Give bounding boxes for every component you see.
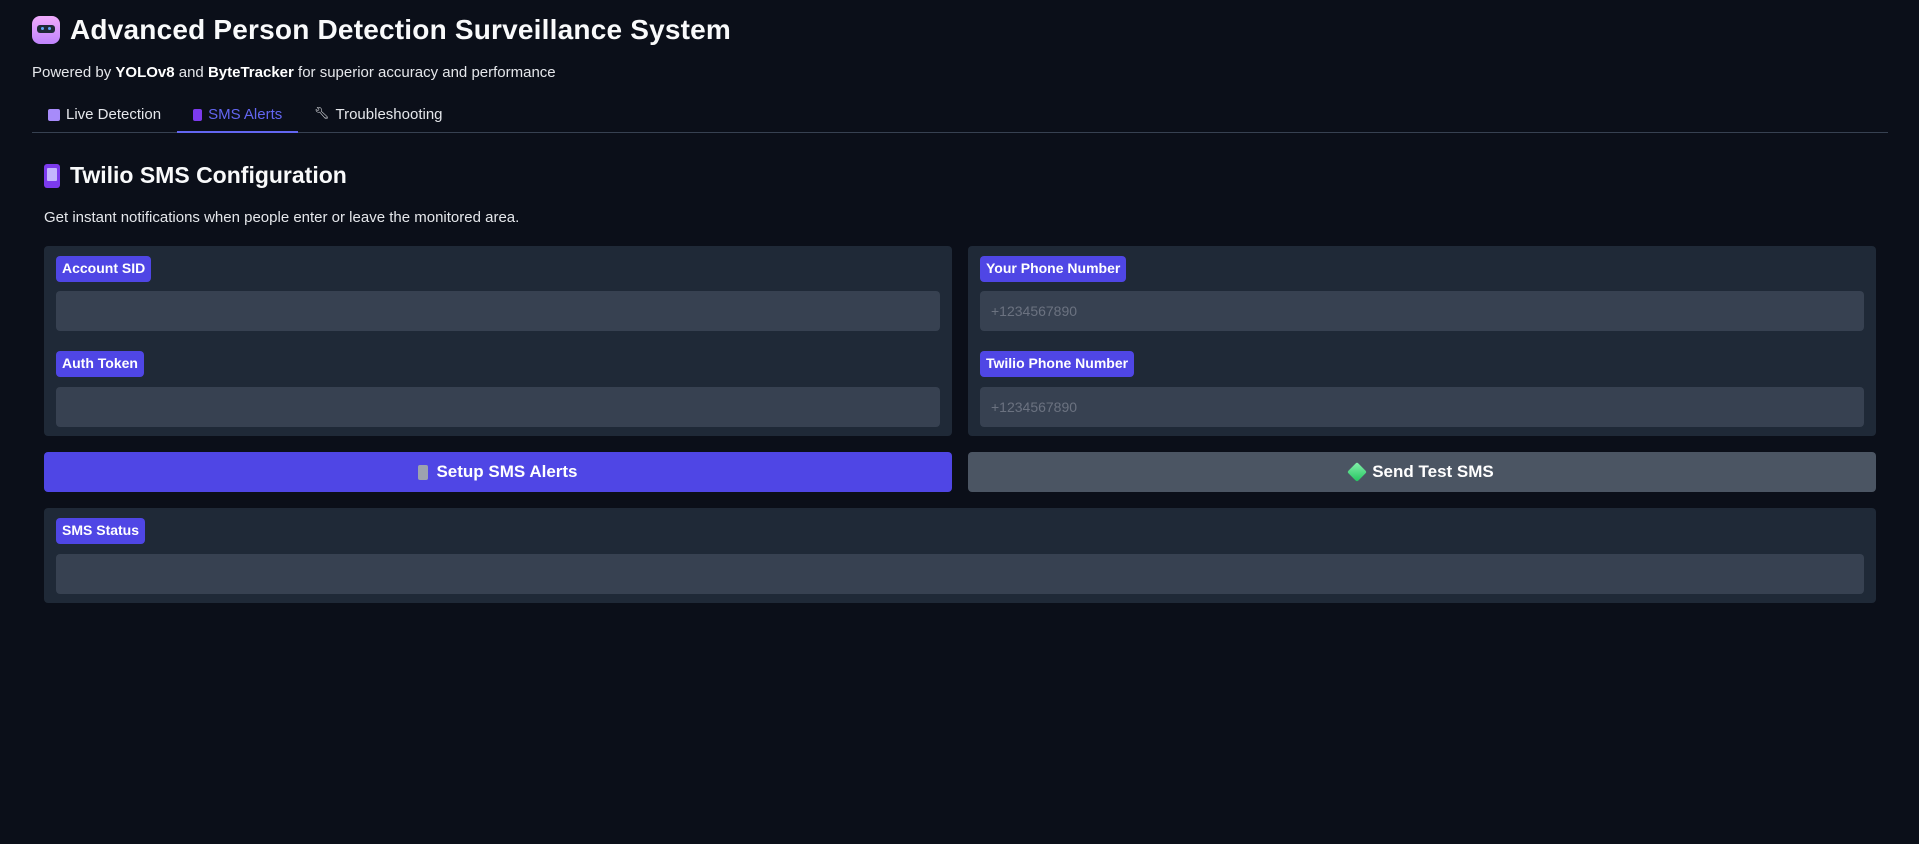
wrench-icon: 🔧︎ [314,106,330,120]
yolov8-text: YOLOv8 [115,64,175,81]
your-phone-input[interactable] [980,291,1864,331]
tab-sms-alerts[interactable]: SMS Alerts [177,100,299,133]
page-title: Advanced Person Detection Surveillance S… [70,14,732,45]
auth-token-input[interactable] [56,387,940,427]
credentials-panel: Account SID Auth Token [44,246,952,436]
account-sid-label: Account SID [56,256,152,282]
phone-numbers-panel: Your Phone Number Twilio Phone Number [968,246,1876,436]
phone-icon [193,109,203,121]
bytetracker-text: ByteTracker [207,64,294,81]
your-phone-label: Your Phone Number [980,256,1127,282]
twilio-phone-label: Twilio Phone Number [980,351,1135,377]
setup-sms-alerts-button[interactable]: Setup SMS Alerts [44,452,952,492]
phone-icon [44,163,60,188]
send-test-sms-button[interactable]: Send Test SMS [968,452,1876,492]
sms-status-panel: SMS Status [44,508,1876,603]
tab-live-detection[interactable]: Live Detection [32,100,177,133]
section-description: Get instant notifications when people en… [44,209,520,226]
tab-bar: Live Detection SMS Alerts 🔧︎ Troubleshoo… [32,100,1888,133]
robot-icon [32,16,60,44]
app-header: Advanced Person Detection Surveillance S… [32,14,731,81]
section-title: Twilio SMS Configuration [70,162,347,188]
page-subtitle: Powered by YOLOv8 and ByteTracker for su… [32,64,556,81]
account-sid-input[interactable] [56,291,940,331]
section-heading: Twilio SMS Configuration [44,162,347,189]
sms-status-label: SMS Status [56,518,146,544]
phone-icon [418,464,429,480]
test-tube-icon [1347,462,1368,482]
twilio-phone-input[interactable] [980,387,1864,427]
sms-status-output[interactable] [56,554,1864,594]
auth-token-label: Auth Token [56,351,144,377]
tab-troubleshooting[interactable]: 🔧︎ Troubleshooting [298,100,458,133]
camera-icon [48,109,60,121]
